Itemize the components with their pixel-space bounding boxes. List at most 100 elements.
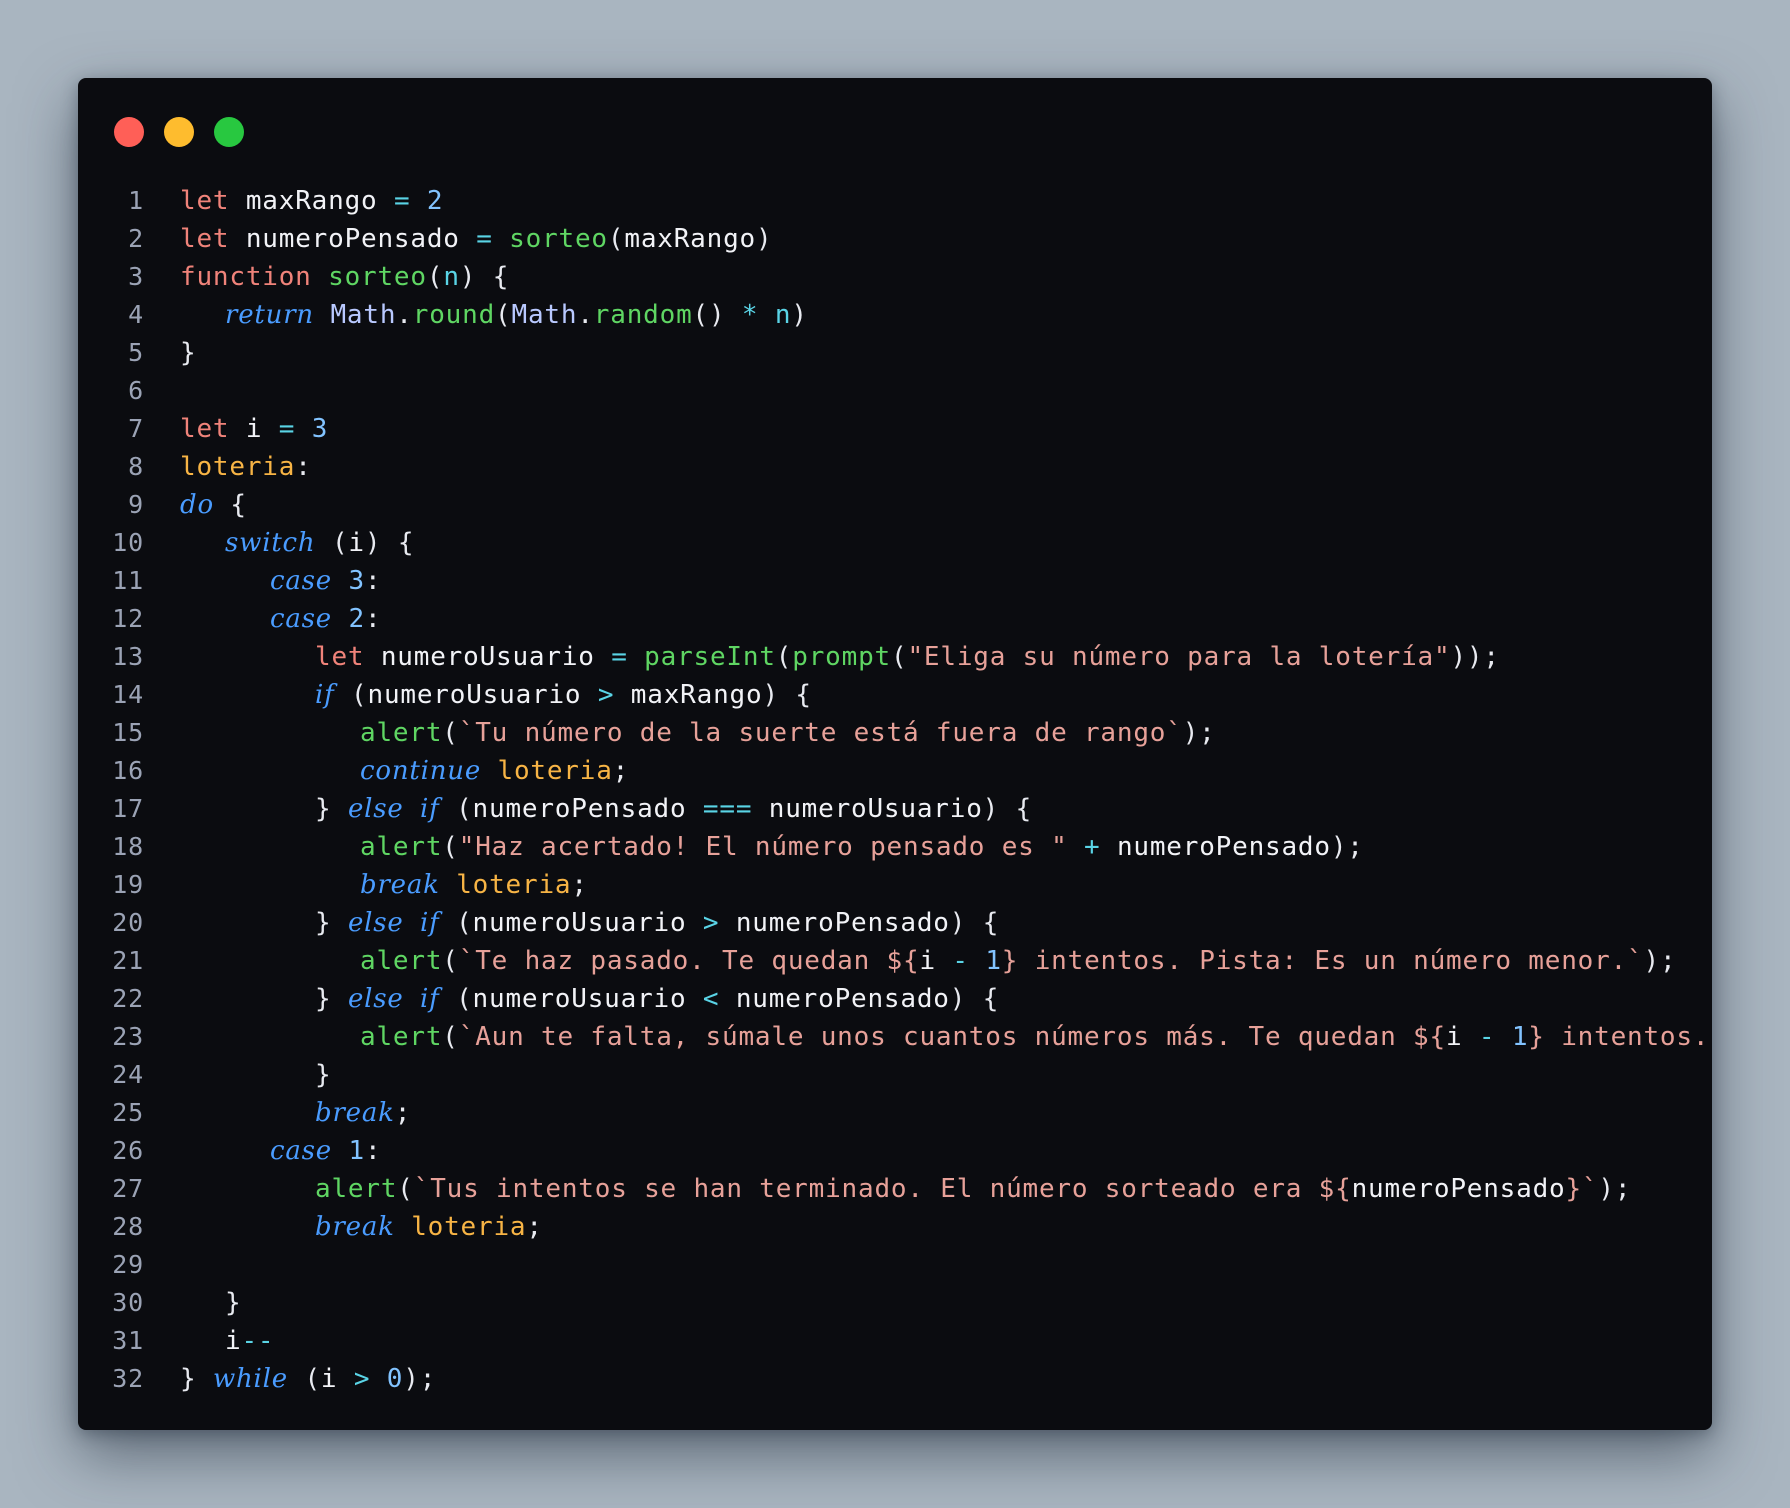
token-punctuation: ) (364, 528, 382, 558)
token-punctuation: ) (949, 984, 967, 1014)
line-number: 29 (112, 1250, 144, 1279)
token-whitespace (581, 680, 597, 710)
code-line: 23 alert(`Aun te falta, súmale unos cuant… (78, 1018, 1712, 1056)
token-keyword: else (347, 908, 404, 938)
token-keyword: break (315, 1098, 395, 1128)
token-punctuation: { (492, 262, 510, 292)
token-punctuation: ) (459, 262, 477, 292)
token-punctuation: } (315, 908, 332, 938)
token-keyword: case (270, 1136, 332, 1166)
token-whitespace (481, 756, 497, 786)
token-whitespace (337, 1364, 353, 1394)
token-identifier: numeroUsuario (367, 680, 582, 710)
token-keyword: case (270, 604, 332, 634)
token-function-name: round (412, 300, 496, 330)
token-whitespace (719, 908, 735, 938)
code-text: return Math.round(Math.random() * n) (225, 296, 808, 334)
token-object-name: Math (511, 300, 578, 330)
token-parameter: n (774, 300, 792, 330)
token-punctuation: ); (1598, 1174, 1632, 1204)
token-function-name: alert (360, 946, 443, 976)
line-number: 14 (112, 680, 144, 709)
token-identifier: i (348, 528, 365, 558)
token-function-name: alert (360, 832, 443, 862)
code-text: do { (180, 486, 247, 524)
token-keyword: switch (225, 528, 316, 558)
line-number: 12 (112, 604, 144, 633)
code-text: alert(`Aun te falta, súmale unos cuantos… (360, 1018, 1712, 1056)
token-operator: - (952, 946, 969, 976)
token-label: loteria (497, 756, 613, 786)
token-whitespace (404, 794, 420, 824)
token-keyword: if (420, 794, 440, 824)
token-whitespace (719, 984, 735, 1014)
token-identifier: numeroPensado (245, 224, 460, 254)
line-number: 20 (112, 908, 144, 937)
line-number: 8 (128, 452, 144, 481)
token-punctuation: : (364, 1136, 382, 1166)
token-operator: + (1084, 832, 1101, 862)
token-label: loteria (411, 1212, 527, 1242)
code-line: 22} else if (numeroUsuario < numeroPensa… (78, 980, 1712, 1018)
code-text: loteria: (180, 448, 312, 486)
token-identifier: maxRango (245, 186, 378, 216)
code-line: 16 continue loteria; (78, 752, 1712, 790)
close-button[interactable] (114, 117, 144, 147)
token-punctuation: ; (571, 870, 588, 900)
token-identifier: numeroUsuario (472, 984, 687, 1014)
code-line: 11 case 3: (78, 562, 1712, 600)
line-number: 18 (112, 832, 144, 861)
line-number: 32 (112, 1364, 144, 1393)
line-number: 2 (128, 224, 144, 253)
token-whitespace (493, 224, 509, 254)
token-punctuation: ( (351, 680, 368, 710)
token-punctuation: . (396, 300, 413, 330)
line-number: 25 (112, 1098, 144, 1127)
token-keyword: break (315, 1212, 395, 1242)
token-whitespace (332, 1136, 348, 1166)
token-operator: = (611, 642, 628, 672)
token-identifier: i (245, 414, 263, 444)
token-whitespace (460, 224, 476, 254)
token-punctuation: ( (495, 300, 512, 330)
token-number-literal: 2 (348, 604, 365, 634)
token-whitespace (315, 528, 331, 558)
token-label: loteria (180, 452, 296, 482)
token-keyword: let (180, 186, 230, 216)
token-punctuation: ( (397, 1174, 414, 1204)
minimize-button[interactable] (164, 117, 194, 147)
code-line: 26 case 1: (78, 1132, 1712, 1170)
token-keyword: continue (360, 756, 482, 786)
token-whitespace (595, 642, 611, 672)
token-punctuation: } (180, 338, 197, 368)
code-editor[interactable]: 1 let maxRango = 2 2 let numeroPensado = so… (78, 182, 1712, 1398)
code-window: 1 let maxRango = 2 2 let numeroPensado = so… (78, 78, 1712, 1430)
token-identifier: numeroUsuario (472, 908, 687, 938)
token-object-name: Math (330, 300, 397, 330)
token-whitespace (1068, 832, 1084, 862)
token-whitespace (476, 262, 492, 292)
token-punctuation: : (295, 452, 312, 482)
token-punctuation: ) (756, 224, 773, 254)
token-keyword: break (360, 870, 440, 900)
code-text: continue loteria; (360, 752, 629, 790)
maximize-button[interactable] (214, 117, 244, 147)
token-whitespace (686, 794, 702, 824)
code-line: 15 alert(`Tu número de la suerte está fue… (78, 714, 1712, 752)
token-whitespace (295, 414, 311, 444)
token-function-name: parseInt (644, 642, 776, 672)
code-line: 27 alert(`Tus intentos se han terminado. … (78, 1170, 1712, 1208)
token-punctuation: ; (612, 756, 630, 786)
token-number-literal: 2 (426, 186, 444, 216)
code-line: 24} (78, 1056, 1712, 1094)
token-string-literal: `Te haz pasado. Te quedan ${ (458, 946, 920, 976)
token-operator: < (702, 984, 720, 1014)
token-whitespace (381, 528, 397, 558)
token-string-literal: `Tu número de la suerte está fuera de ra… (458, 718, 1183, 748)
token-whitespace (229, 414, 245, 444)
token-identifier: numeroPensado (1116, 832, 1331, 862)
token-punctuation: } (225, 1288, 242, 1318)
token-keyword: do (180, 490, 214, 520)
code-text: break loteria; (315, 1208, 543, 1246)
code-line: 12 case 2: (78, 600, 1712, 638)
